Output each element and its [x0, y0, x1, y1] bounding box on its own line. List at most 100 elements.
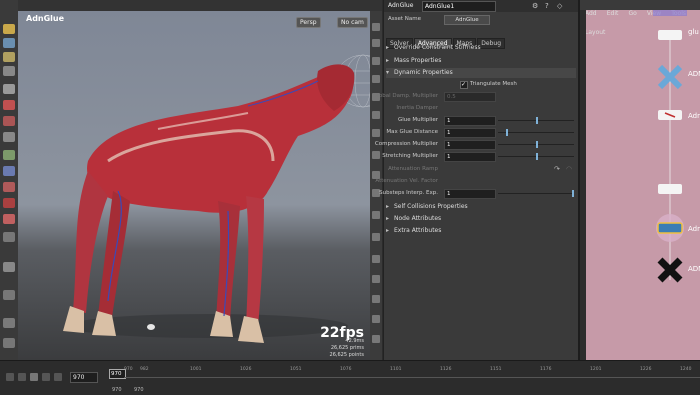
display-option-icon[interactable]: [372, 129, 380, 137]
pin-icon[interactable]: ◇: [557, 2, 562, 10]
scale-tool-icon[interactable]: [3, 66, 15, 76]
gear-icon[interactable]: ⚙: [532, 2, 538, 10]
light-tool-icon[interactable]: [3, 262, 15, 272]
move-tool-icon[interactable]: [3, 38, 15, 48]
param-slider[interactable]: [498, 153, 574, 160]
rotate-tool-icon[interactable]: [3, 52, 15, 62]
section-node-attributes[interactable]: ▸ Node Attributes: [386, 214, 576, 224]
display-option-icon[interactable]: [372, 275, 380, 283]
ramp-icon[interactable]: ◠: [566, 165, 572, 174]
tick-label: 1101: [390, 367, 402, 372]
node-header: AdnGlue AdnGlue1 ⚙ ? ◇: [384, 0, 579, 12]
display-option-icon[interactable]: [372, 255, 380, 263]
param-row-attenuation-vel: Attenuation Vel. Factor: [375, 177, 576, 186]
display-option-icon[interactable]: [372, 111, 380, 119]
handle-tool-icon[interactable]: [3, 84, 15, 94]
asset-name-dropdown[interactable]: AdnGlue: [444, 15, 490, 25]
param-row-glue-multiplier: Glue Multiplier 1: [386, 116, 576, 126]
section-label: Mass Properties: [394, 57, 442, 64]
display-option-icon[interactable]: [372, 39, 380, 47]
param-field[interactable]: 0.5: [444, 92, 496, 102]
display-option-icon[interactable]: [372, 57, 380, 65]
paint-tool-icon[interactable]: [3, 116, 15, 126]
camera-persp-dropdown[interactable]: Persp: [296, 17, 321, 28]
display-option-icon[interactable]: [372, 75, 380, 83]
slider-knob[interactable]: [506, 129, 508, 136]
tick-label: 970: [124, 367, 133, 372]
node-name-field[interactable]: AdnGlue1: [422, 1, 496, 12]
settings-tool-icon[interactable]: [3, 338, 15, 348]
section-self-collisions[interactable]: ▸ Self Collisions Properties: [386, 202, 576, 212]
display-option-icon[interactable]: [372, 233, 380, 241]
view-tool-icon[interactable]: [3, 132, 15, 142]
section-label: Node Attributes: [394, 215, 442, 222]
node-type-label: AdnGlue: [388, 2, 414, 9]
param-row-inertia-damper: Inertia Damper: [386, 104, 576, 113]
section-extra-attributes[interactable]: ▸ Extra Attributes: [386, 226, 576, 236]
param-field[interactable]: 1: [444, 189, 496, 199]
triangulate-checkbox[interactable]: ✓: [460, 81, 468, 89]
display-option-icon[interactable]: [372, 211, 380, 219]
param-row-substeps-interp: Substeps Interp. Exp. 1: [379, 189, 576, 199]
grid-tool-icon[interactable]: [3, 166, 15, 176]
timeline-ruler[interactable]: [124, 377, 700, 378]
parameter-panel: AdnGlue AdnGlue1 ⚙ ? ◇ Asset Name AdnGlu…: [373, 0, 579, 360]
left-toolbar: [0, 0, 19, 360]
display-option-icon[interactable]: [372, 315, 380, 323]
stop-icon[interactable]: [30, 373, 38, 381]
range-start-alt[interactable]: 970: [134, 387, 144, 393]
range-start[interactable]: 970: [112, 387, 122, 393]
play-icon[interactable]: [42, 373, 50, 381]
slider-knob[interactable]: [536, 153, 538, 160]
network-editor[interactable]: Add Edit Go View Tools Layout glu ADN Ad…: [578, 0, 700, 360]
no-cam-dropdown[interactable]: No cam: [337, 17, 368, 28]
section-override-constraint-stiffness[interactable]: ▸ Override Constraint Stiffness: [386, 43, 576, 53]
param-label: Global Damp. Multiplier: [373, 93, 438, 99]
camera-tool-icon[interactable]: [3, 290, 15, 300]
display-option-icon[interactable]: [372, 151, 380, 159]
display-option-icon[interactable]: [372, 23, 380, 31]
node-label: ADN: [688, 265, 700, 273]
timeline: 970 970 970 982 1001 1026 1051 1076 1101…: [0, 360, 700, 395]
horse-muscle-model: [63, 54, 382, 343]
jump-end-icon[interactable]: [54, 373, 62, 381]
magnet-tool-icon[interactable]: [3, 198, 15, 208]
display-tool-icon[interactable]: [3, 232, 15, 242]
pose-tool-icon[interactable]: [3, 100, 15, 110]
display-option-icon[interactable]: [372, 295, 380, 303]
param-field[interactable]: 1: [444, 128, 496, 138]
param-field[interactable]: 1: [444, 152, 496, 162]
render-tool-icon[interactable]: [3, 318, 15, 328]
prim-count: 26,625 prims: [330, 345, 364, 351]
param-field[interactable]: 1: [444, 116, 496, 126]
param-slider[interactable]: [498, 117, 574, 124]
slider-knob[interactable]: [572, 190, 574, 197]
help-icon[interactable]: ?: [545, 2, 549, 10]
tick-label: 1126: [440, 367, 452, 372]
param-label: Attenuation Ramp: [388, 166, 438, 172]
capture-tool-icon[interactable]: [3, 214, 15, 224]
param-field[interactable]: 1: [444, 140, 496, 150]
viewport-3d[interactable]: 22fps 42.9ms 26,625 prims 26,625 points: [18, 11, 382, 363]
step-back-icon[interactable]: [18, 373, 26, 381]
slider-knob[interactable]: [536, 141, 538, 148]
param-slider[interactable]: [498, 190, 574, 197]
record-tool-icon[interactable]: [3, 182, 15, 192]
triangulate-mesh-row: ✓ Triangulate Mesh: [386, 80, 576, 89]
param-slider[interactable]: [498, 129, 574, 136]
param-slider[interactable]: [498, 141, 574, 148]
tick-label: 1226: [640, 367, 652, 372]
ramp-curve-icon[interactable]: ↷: [554, 165, 560, 174]
select-tool-icon[interactable]: [3, 24, 15, 34]
section-dynamic-properties[interactable]: ▾ Dynamic Properties: [386, 68, 576, 78]
param-row-attenuation-ramp: Attenuation Ramp ↷ ◠: [386, 165, 576, 174]
current-frame-field[interactable]: 970: [70, 372, 98, 383]
tick-label: 1151: [490, 367, 502, 372]
section-mass-properties[interactable]: ▸ Mass Properties: [386, 56, 576, 66]
slider-knob[interactable]: [536, 117, 538, 124]
viewport-title: AdnGlue: [26, 14, 65, 23]
snap-tool-icon[interactable]: [3, 150, 15, 160]
display-option-icon[interactable]: [372, 335, 380, 343]
jump-start-icon[interactable]: [6, 373, 14, 381]
param-row-max-glue-distance: Max Glue Distance 1: [386, 128, 576, 138]
